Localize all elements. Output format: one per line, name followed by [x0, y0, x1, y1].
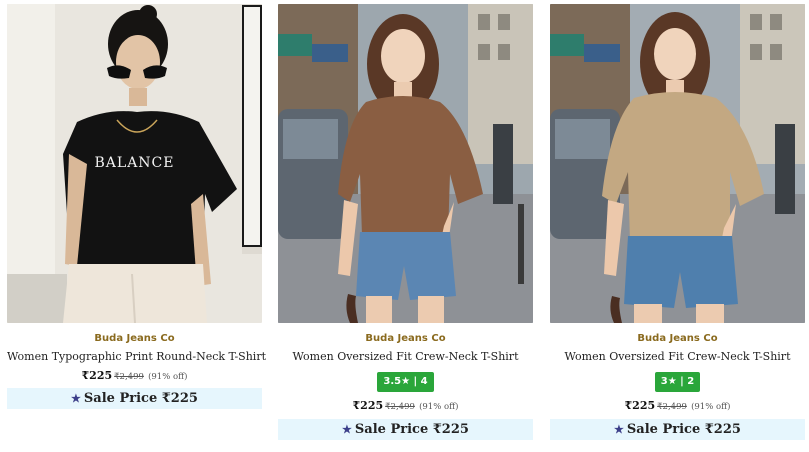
- mrp: ₹2,499: [385, 402, 415, 412]
- price-row: ₹225 ₹2,499 (91% off): [550, 398, 805, 413]
- star-icon: ★: [614, 423, 624, 436]
- product-image[interactable]: BALANCE: [7, 4, 262, 323]
- product-card[interactable]: BALANCE Buda Jeans Co Women Typographic …: [7, 4, 266, 409]
- discount: (91% off): [148, 372, 188, 382]
- sale-price-banner: ★ Sale Price ₹225: [550, 419, 805, 440]
- price: ₹225: [81, 369, 113, 382]
- sale-price-banner: ★ Sale Price ₹225: [7, 388, 262, 409]
- price: ₹225: [352, 399, 384, 412]
- star-icon: ★: [71, 392, 81, 405]
- discount: (91% off): [691, 402, 731, 412]
- brand-name[interactable]: Buda Jeans Co: [7, 332, 262, 345]
- star-icon: ★: [342, 423, 352, 436]
- mrp: ₹2,499: [114, 372, 144, 382]
- product-image[interactable]: [278, 4, 533, 323]
- rating-badge[interactable]: 3★ | 2: [654, 372, 701, 392]
- mrp: ₹2,499: [657, 402, 687, 412]
- sale-price-banner: ★ Sale Price ₹225: [278, 419, 533, 440]
- sale-price-label: Sale Price ₹225: [83, 391, 198, 406]
- price: ₹225: [624, 399, 656, 412]
- price-row: ₹225 ₹2,499 (91% off): [278, 398, 533, 413]
- price-row: ₹225 ₹2,499 (91% off): [7, 368, 262, 383]
- rating-wrap: 3★ | 2: [550, 369, 805, 392]
- brand-name[interactable]: Buda Jeans Co: [278, 332, 533, 345]
- product-title[interactable]: Women Oversized Fit Crew-Neck T-Shirt: [278, 349, 533, 364]
- product-photo-model-beige-tee: [550, 4, 805, 323]
- brand-name[interactable]: Buda Jeans Co: [550, 332, 805, 345]
- rating-wrap: 3.5★ | 4: [278, 369, 533, 392]
- discount: (91% off): [419, 402, 459, 412]
- sale-price-label: Sale Price ₹225: [354, 422, 469, 437]
- product-title[interactable]: Women Oversized Fit Crew-Neck T-Shirt: [550, 349, 805, 364]
- rating-badge[interactable]: 3.5★ | 4: [377, 372, 434, 392]
- product-photo-model-brown-tee: [278, 4, 533, 323]
- sale-price-label: Sale Price ₹225: [626, 422, 741, 437]
- product-title[interactable]: Women Typographic Print Round-Neck T-Shi…: [7, 349, 266, 364]
- shirt-print-text: BALANCE: [94, 155, 175, 171]
- product-card[interactable]: Buda Jeans Co Women Oversized Fit Crew-N…: [550, 4, 805, 440]
- product-card[interactable]: Buda Jeans Co Women Oversized Fit Crew-N…: [278, 4, 533, 440]
- product-image[interactable]: [550, 4, 805, 323]
